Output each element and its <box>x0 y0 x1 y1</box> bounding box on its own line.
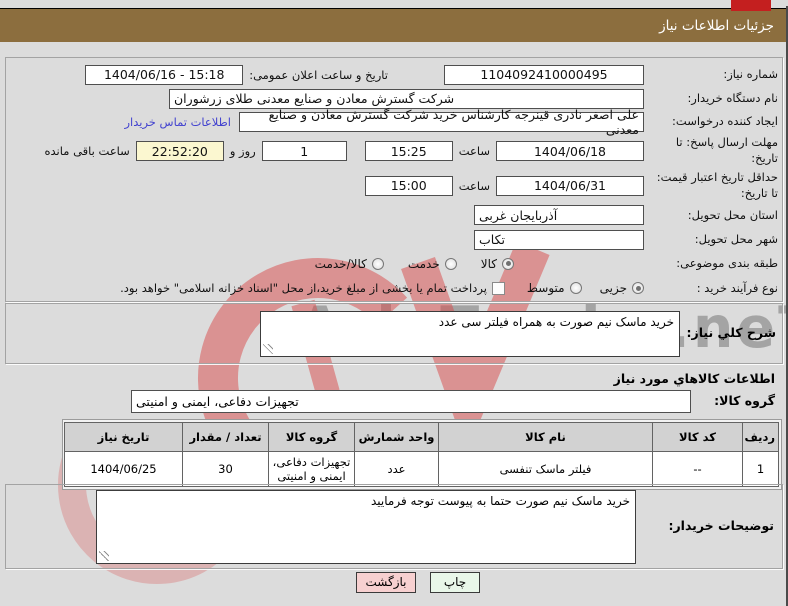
col-item-name: نام کالا <box>439 423 653 452</box>
goods-table-header-row: ردیف کد کالا نام کالا واحد شمارش گروه کا… <box>65 423 779 452</box>
response-deadline-label: مهلت ارسال پاسخ: تا تاریخ: <box>644 135 778 166</box>
row-subject-classification: طبقه بندی موضوعی: کالا خدمت کالا/خدمت <box>10 252 778 276</box>
service-radio[interactable] <box>445 258 457 270</box>
price-validity-hour-label: ساعت <box>459 179 490 193</box>
need-number-label: شماره نیاز: <box>644 67 778 83</box>
goods-service-radio-label: کالا/خدمت <box>315 257 367 271</box>
deadline-date-field[interactable]: 1404/06/18 <box>496 141 644 161</box>
announce-datetime-field[interactable]: 1404/06/16 - 15:18 <box>85 65 243 85</box>
row-need-number: شماره نیاز: 1104092410000495 تاریخ و ساع… <box>10 62 778 87</box>
col-quantity: تعداد / مقدار <box>183 423 269 452</box>
page-title-text: جزئیات اطلاعات نیاز <box>659 18 774 34</box>
buyer-notes-textarea[interactable]: خرید ماسک نیم صورت حتما به پیوست توجه فر… <box>96 490 636 564</box>
cell-group: تجهیزات دفاعی، ایمنی و امنیتی <box>269 452 355 487</box>
row-response-deadline: مهلت ارسال پاسخ: تا تاریخ: 1404/06/18 سا… <box>10 134 778 169</box>
treasury-payment-option[interactable]: پرداخت تمام یا بخشی از مبلغ خرید،از محل … <box>120 281 505 295</box>
countdown-field: 22:52:20 <box>136 141 224 161</box>
medium-radio-label: متوسط <box>527 281 565 295</box>
option-service[interactable]: خدمت <box>408 257 457 271</box>
request-creator-field[interactable]: علی اصغر نادری قینرجه کارشناس خرید شرکت … <box>239 112 644 132</box>
need-description-textarea[interactable]: خرید ماسک نیم صورت به همراه فیلتر سی عدد <box>260 311 680 357</box>
cell-item-code: -- <box>653 452 743 487</box>
need-info-panel: شماره نیاز: 1104092410000495 تاریخ و ساع… <box>5 57 783 302</box>
goods-group-label: گروه کالا: <box>691 393 783 410</box>
goods-group-field[interactable]: تجهیزات دفاعی، ایمنی و امنیتی <box>131 390 691 413</box>
delivery-province-label: استان محل تحویل: <box>644 208 778 224</box>
col-need-date: تاریخ نیاز <box>65 423 183 452</box>
request-creator-label: ایجاد کننده درخواست: <box>644 114 778 130</box>
goods-section-title: اطلاعات کالاهاي مورد نیاز <box>614 371 775 386</box>
goods-radio[interactable] <box>502 258 514 270</box>
back-button[interactable]: بازگشت <box>356 572 416 593</box>
col-row-number: ردیف <box>743 423 779 452</box>
service-radio-label: خدمت <box>408 257 440 271</box>
buyer-notes-panel: توضیحات خریدار: خرید ماسک نیم صورت حتما … <box>5 484 783 569</box>
announce-datetime-label: تاریخ و ساعت اعلان عمومی: <box>249 68 388 82</box>
need-details-page: جزئیات اطلاعات نیاز AriaTender.neT شماره… <box>0 0 788 606</box>
remaining-days-label: روز و <box>230 144 256 158</box>
need-number-field[interactable]: 1104092410000495 <box>444 65 644 85</box>
page-title: جزئیات اطلاعات نیاز <box>0 8 788 42</box>
goods-service-radio[interactable] <box>372 258 384 270</box>
col-unit: واحد شمارش <box>355 423 439 452</box>
row-delivery-province: استان محل تحویل: آذربایجان غربی <box>10 203 778 227</box>
buyer-notes-text: خرید ماسک نیم صورت حتما به پیوست توجه فر… <box>371 494 630 508</box>
need-description-label: شرح کلي نیاز: <box>680 325 776 342</box>
table-row[interactable]: 1 -- فیلتر ماسک تنفسی عدد تجهیزات دفاعی،… <box>65 452 779 487</box>
print-button[interactable]: چاپ <box>430 572 480 593</box>
col-group: گروه کالا <box>269 423 355 452</box>
need-description-text: خرید ماسک نیم صورت به همراه فیلتر سی عدد <box>439 315 674 329</box>
goods-table-box: ردیف کد کالا نام کالا واحد شمارش گروه کا… <box>62 419 782 490</box>
cell-item-name: فیلتر ماسک تنفسی <box>439 452 653 487</box>
price-validity-hour-field[interactable]: 15:00 <box>365 176 453 196</box>
cell-row-number: 1 <box>743 452 779 487</box>
buyer-org-field[interactable]: شرکت گسترش معادن و صنایع معدنی طلای زرشو… <box>169 89 644 109</box>
bottom-buttons: چاپ بازگشت <box>0 570 788 594</box>
process-type-label: نوع فرآیند خرید : <box>644 281 778 297</box>
delivery-city-field[interactable]: تکاب <box>474 230 644 250</box>
minor-radio-label: جزیی <box>600 281 627 295</box>
col-item-code: کد کالا <box>653 423 743 452</box>
buyer-org-label: نام دستگاه خریدار: <box>644 91 778 107</box>
price-validity-date-field[interactable]: 1404/06/31 <box>496 176 644 196</box>
row-goods-group: گروه کالا: تجهیزات دفاعی، ایمنی و امنیتی <box>5 388 783 414</box>
option-medium[interactable]: متوسط <box>527 281 582 295</box>
cell-quantity: 30 <box>183 452 269 487</box>
cell-need-date: 1404/06/25 <box>65 452 183 487</box>
buyer-contact-link[interactable]: اطلاعات تماس خریدار <box>124 115 231 129</box>
remaining-days-field[interactable]: 1 <box>262 141 347 161</box>
deadline-hour-field[interactable]: 15:25 <box>365 141 453 161</box>
goods-radio-label: کالا <box>481 257 497 271</box>
buyer-notes-label: توضیحات خریدار: <box>636 518 774 535</box>
medium-radio[interactable] <box>570 282 582 294</box>
price-validity-label: حداقل تاریخ اعتبار قیمت: تا تاریخ: <box>644 170 778 201</box>
deadline-hour-label: ساعت <box>459 144 490 158</box>
recording-badge <box>731 0 771 11</box>
minor-radio[interactable] <box>632 282 644 294</box>
row-process-type: نوع فرآیند خرید : جزیی متوسط پرداخت تمام… <box>10 276 778 301</box>
treasury-payment-label: پرداخت تمام یا بخشی از مبلغ خرید،از محل … <box>120 281 487 295</box>
cell-unit: عدد <box>355 452 439 487</box>
need-description-panel: شرح کلي نیاز: خرید ماسک نیم صورت به همرا… <box>5 303 783 364</box>
row-delivery-city: شهر محل تحویل: تکاب <box>10 227 778 251</box>
treasury-payment-checkbox[interactable] <box>492 282 505 295</box>
goods-table: ردیف کد کالا نام کالا واحد شمارش گروه کا… <box>64 422 779 487</box>
delivery-province-field[interactable]: آذربایجان غربی <box>474 205 644 225</box>
row-request-creator: ایجاد کننده درخواست: علی اصغر نادری قینر… <box>10 110 778 133</box>
delivery-city-label: شهر محل تحویل: <box>644 232 778 248</box>
option-goods[interactable]: کالا <box>481 257 514 271</box>
option-goods-service[interactable]: کالا/خدمت <box>315 257 384 271</box>
subject-classification-label: طبقه بندی موضوعی: <box>644 256 778 272</box>
option-minor[interactable]: جزیی <box>600 281 644 295</box>
countdown-label: ساعت باقی مانده <box>45 144 130 158</box>
row-price-validity: حداقل تاریخ اعتبار قیمت: تا تاریخ: 1404/… <box>10 168 778 203</box>
